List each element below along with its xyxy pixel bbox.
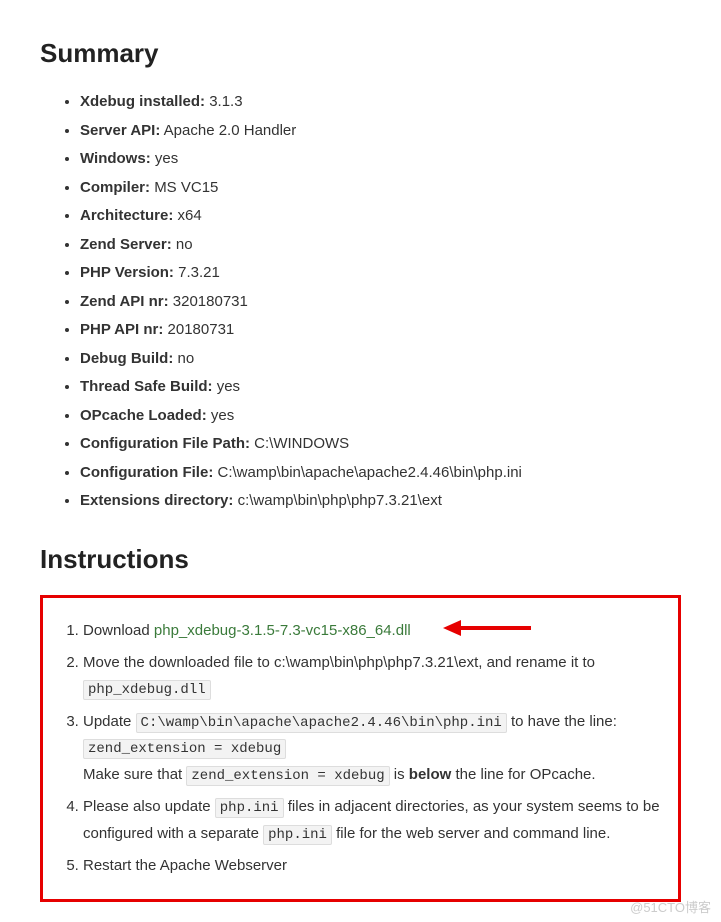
summary-item: Server API: Apache 2.0 Handler [80,118,681,144]
summary-label: Debug Build: [80,350,173,367]
summary-item: Extensions directory: c:\wamp\bin\php\ph… [80,488,681,514]
step-text: Restart the Apache Webserver [83,857,287,874]
emphasis-text: below [409,766,452,783]
summary-value: x64 [178,207,202,224]
step-text: Download [83,622,154,639]
summary-item: Configuration File: C:\wamp\bin\apache\a… [80,460,681,486]
step-text: Move the downloaded file to c:\wamp\bin\… [83,654,595,671]
summary-item: Debug Build: no [80,346,681,372]
summary-item: PHP Version: 7.3.21 [80,260,681,286]
summary-list: Xdebug installed: 3.1.3 Server API: Apac… [40,89,681,514]
instruction-step: Update C:\wamp\bin\apache\apache2.4.46\b… [83,709,660,789]
summary-value: c:\wamp\bin\php\php7.3.21\ext [238,492,442,509]
summary-item: Architecture: x64 [80,203,681,229]
summary-heading: Summary [40,38,681,69]
summary-label: Xdebug installed: [80,93,205,110]
download-link[interactable]: php_xdebug-3.1.5-7.3-vc15-x86_64.dll [154,622,411,639]
summary-value: no [176,236,193,253]
summary-label: PHP Version: [80,264,174,281]
summary-item: Compiler: MS VC15 [80,175,681,201]
step-text: Make sure that [83,766,186,783]
summary-item: Thread Safe Build: yes [80,374,681,400]
step-text: Please also update [83,798,215,815]
summary-value: yes [211,407,234,424]
instructions-heading: Instructions [40,544,681,575]
step-text: Update [83,713,136,730]
summary-item: PHP API nr: 20180731 [80,317,681,343]
instruction-step: Move the downloaded file to c:\wamp\bin\… [83,650,660,703]
code-snippet: php_xdebug.dll [83,680,211,700]
instruction-step: Please also update php.ini files in adja… [83,794,660,847]
summary-value: 7.3.21 [178,264,220,281]
instructions-highlight-box: Download php_xdebug-3.1.5-7.3-vc15-x86_6… [40,595,681,903]
summary-label: Zend API nr: [80,293,169,310]
instruction-step: Restart the Apache Webserver [83,853,660,879]
summary-label: Configuration File Path: [80,435,250,452]
summary-label: Server API: [80,122,160,139]
summary-item: Xdebug installed: 3.1.3 [80,89,681,115]
summary-item: Zend API nr: 320180731 [80,289,681,315]
summary-label: Windows: [80,150,151,167]
instructions-list: Download php_xdebug-3.1.5-7.3-vc15-x86_6… [61,618,660,880]
code-snippet: C:\wamp\bin\apache\apache2.4.46\bin\php.… [136,713,507,733]
summary-label: Thread Safe Build: [80,378,213,395]
summary-value: yes [217,378,240,395]
summary-item: OPcache Loaded: yes [80,403,681,429]
code-snippet: zend_extension = xdebug [186,766,389,786]
summary-value: 3.1.3 [209,93,242,110]
step-text: the line for OPcache. [451,766,595,783]
step-text: to have the line: [507,713,617,730]
summary-value: MS VC15 [154,179,218,196]
step-text: file for the web server and command line… [332,825,610,842]
step-text: is [390,766,409,783]
instruction-step: Download php_xdebug-3.1.5-7.3-vc15-x86_6… [83,618,660,644]
summary-label: Compiler: [80,179,150,196]
summary-label: Architecture: [80,207,173,224]
summary-value: 320180731 [173,293,248,310]
summary-value: no [178,350,195,367]
summary-label: OPcache Loaded: [80,407,207,424]
summary-label: Extensions directory: [80,492,233,509]
watermark-text: @51CTO博客 [630,897,711,916]
summary-label: Configuration File: [80,464,213,481]
summary-label: Zend Server: [80,236,172,253]
summary-value: C:\WINDOWS [254,435,349,452]
code-snippet: php.ini [263,825,332,845]
code-snippet: php.ini [215,798,284,818]
summary-item: Windows: yes [80,146,681,172]
summary-value: 20180731 [168,321,235,338]
summary-item: Configuration File Path: C:\WINDOWS [80,431,681,457]
code-snippet: zend_extension = xdebug [83,739,286,759]
summary-item: Zend Server: no [80,232,681,258]
summary-label: PHP API nr: [80,321,163,338]
summary-value: yes [155,150,178,167]
summary-value: C:\wamp\bin\apache\apache2.4.46\bin\php.… [218,464,522,481]
summary-value: Apache 2.0 Handler [164,122,297,139]
